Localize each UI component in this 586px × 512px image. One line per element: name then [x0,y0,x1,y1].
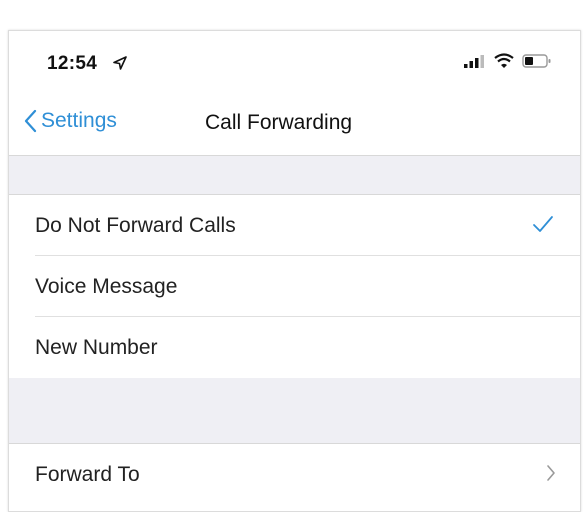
page-title: Call Forwarding [205,111,353,134]
chevron-right-icon [547,465,555,481]
option-label: New Number [35,336,158,359]
option-do-not-forward[interactable]: Do Not Forward Calls [9,195,580,256]
back-button[interactable]: Settings [23,109,117,133]
section-spacer [9,155,580,195]
back-button-label: Settings [41,109,117,132]
option-new-number[interactable]: New Number [9,317,580,378]
status-time: 12:54 [47,53,98,74]
navigation-bar: Settings Call Forwarding [9,93,580,155]
forward-to-label: Forward To [35,463,140,486]
option-label: Do Not Forward Calls [35,214,236,237]
status-bar: 12:54 [9,31,580,93]
wifi-icon [494,53,514,68]
section-spacer [9,378,580,444]
status-icons [464,53,552,68]
battery-icon [522,53,551,68]
signal-icon [464,54,484,68]
phone-screen: 12:54 Settings Call Forwarding Do Not Fo… [8,30,581,512]
forward-to-row[interactable]: Forward To [9,444,580,505]
chevron-left-icon [24,109,37,133]
option-label: Voice Message [35,275,178,298]
option-voice-message[interactable]: Voice Message [9,256,580,317]
location-arrow-icon [113,56,127,70]
checkmark-icon [533,216,553,232]
